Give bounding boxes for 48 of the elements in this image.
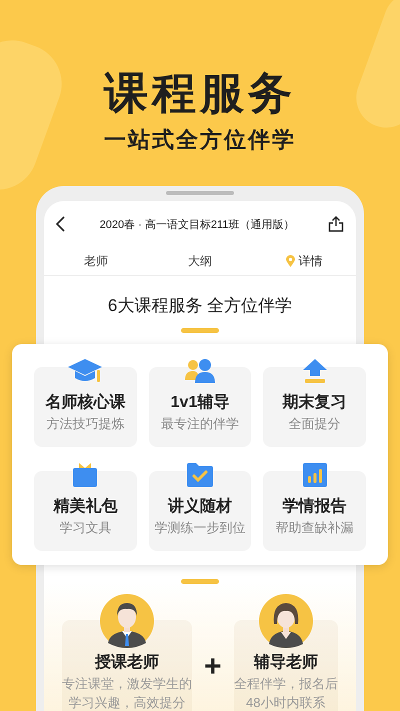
service-subtitle: 帮助查缺补漏	[276, 519, 354, 537]
tab[interactable]: 老师	[44, 247, 148, 275]
gift-icon	[72, 462, 98, 488]
hero-subtitle: 一站式全方位伴学	[104, 126, 296, 154]
tab[interactable]: 大纲	[148, 247, 252, 275]
hero-title: 课程服务	[104, 68, 296, 120]
service-title: 1v1辅导	[170, 393, 230, 413]
back-icon	[56, 216, 66, 232]
people-icon	[184, 358, 216, 384]
teacher-description: 学习兴趣，高效提分	[68, 694, 186, 711]
service-title: 名师核心课	[45, 393, 126, 413]
woman-avatar	[258, 594, 313, 648]
phone-speaker	[166, 191, 234, 195]
service-tile[interactable]: 期末复习 全面提分	[263, 367, 366, 447]
heading-underline	[181, 328, 219, 333]
up-arrow-icon	[302, 358, 328, 384]
service-title: 精美礼包	[53, 497, 118, 517]
back-button[interactable]	[56, 216, 66, 232]
folder-check-icon	[186, 462, 214, 488]
service-tile[interactable]: 名师核心课 方法技巧提炼	[34, 367, 137, 447]
share-button[interactable]	[328, 216, 344, 232]
plus-sign: +	[204, 652, 222, 685]
service-tile[interactable]: 学情报告 帮助查缺补漏	[263, 471, 366, 551]
man-avatar	[100, 594, 154, 648]
teacher-description: 专注课堂，激发学生的	[62, 675, 192, 693]
service-tile[interactable]: 1v1辅导 最专注的伴学	[148, 367, 252, 447]
teacher-description: 48小时内联系	[246, 694, 326, 711]
service-title: 期末复习	[282, 393, 347, 413]
bar-chart-icon	[302, 462, 328, 488]
service-subtitle: 学测练一步到位	[154, 519, 246, 537]
teacher-title: 授课老师	[95, 652, 159, 673]
service-subtitle: 学习文具	[59, 519, 112, 537]
section-heading: 6大课程服务 全方位伴学	[106, 295, 294, 317]
service-tile[interactable]: 精美礼包 学习文具	[34, 471, 137, 551]
service-subtitle: 最专注的伴学	[160, 415, 239, 433]
service-title: 讲义随材	[168, 497, 232, 517]
service-tile[interactable]: 讲义随材 学测练一步到位	[148, 471, 252, 551]
service-subtitle: 方法技巧提炼	[46, 415, 124, 433]
location-pin-icon	[286, 255, 294, 267]
teacher-title: 辅导老师	[254, 652, 318, 673]
service-subtitle: 全面提分	[288, 415, 341, 433]
service-title: 学情报告	[282, 497, 347, 517]
graduation-cap-icon	[67, 358, 104, 384]
course-title: 2020春 · 高一语文目标211班（通用版）	[98, 218, 296, 232]
share-icon	[328, 216, 344, 232]
teacher-description: 全程伴学，报名后	[234, 675, 338, 693]
heading-underline	[181, 579, 219, 584]
tab[interactable]: 详情	[252, 247, 356, 275]
